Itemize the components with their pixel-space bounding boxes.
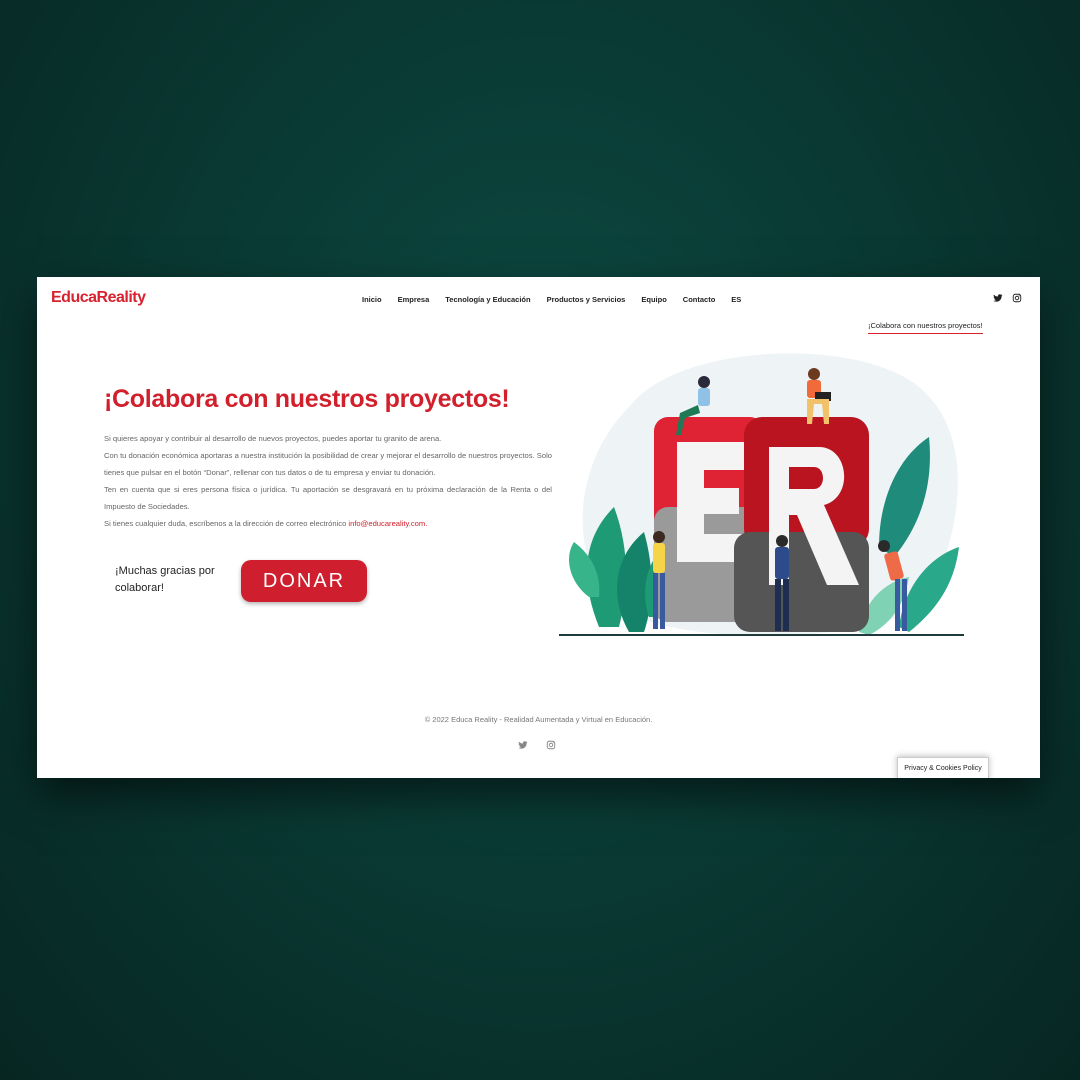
footer-copyright: © 2022 Educa Reality - Realidad Aumentad… [424,715,653,724]
instagram-icon[interactable] [1012,293,1022,303]
contact-suffix: . [425,519,428,528]
browser-page: EducaReality Inicio Empresa Tecnología y… [37,277,1040,778]
paragraph-2: Con tu donación económica aportaras a nu… [104,451,552,477]
donate-button[interactable]: DONAR [241,560,367,602]
paragraph-1: Si quieres apoyar y contribuir al desarr… [104,434,442,443]
nav-item-productos[interactable]: Productos y Servicios [547,295,626,304]
main-nav: Inicio Empresa Tecnología y Educación Pr… [362,295,757,304]
description-text: Si quieres apoyar y contribuir al desarr… [104,430,552,532]
logo-reality: Reality [96,289,146,306]
paragraph-3: Ten en cuenta que si eres persona física… [104,485,552,511]
nav-item-equipo[interactable]: Equipo [641,295,666,304]
header-social [993,293,1022,303]
twitter-icon[interactable] [518,740,528,750]
instagram-icon[interactable] [546,740,556,750]
nav-item-tecnologia[interactable]: Tecnología y Educación [445,295,530,304]
puzzle-letter-r [734,417,869,632]
contact-email-link[interactable]: info@educareality.com [348,519,425,528]
logo-educa: Educa [51,289,97,306]
nav-item-inicio[interactable]: Inicio [362,295,382,304]
nav-item-language[interactable]: ES [731,295,741,304]
privacy-cookies-button[interactable]: Privacy & Cookies Policy [897,757,989,778]
page-title: ¡Colabora con nuestros proyectos! [104,385,510,413]
thanks-text: ¡Muchas gracias por colaborar! [115,565,215,594]
nav-item-contacto[interactable]: Contacto [683,295,716,304]
contact-prefix: Si tienes cualquier duda, escríbenos a l… [104,519,349,528]
twitter-icon[interactable] [993,293,1003,303]
hero-illustration [559,353,964,636]
breadcrumb[interactable]: ¡Colabora con nuestros proyectos! [868,321,983,334]
logo[interactable]: EducaReality [51,289,146,307]
footer-social [518,740,556,750]
nav-item-empresa[interactable]: Empresa [398,295,430,304]
paragraph-contact: Si tienes cualquier duda, escríbenos a l… [104,515,552,532]
